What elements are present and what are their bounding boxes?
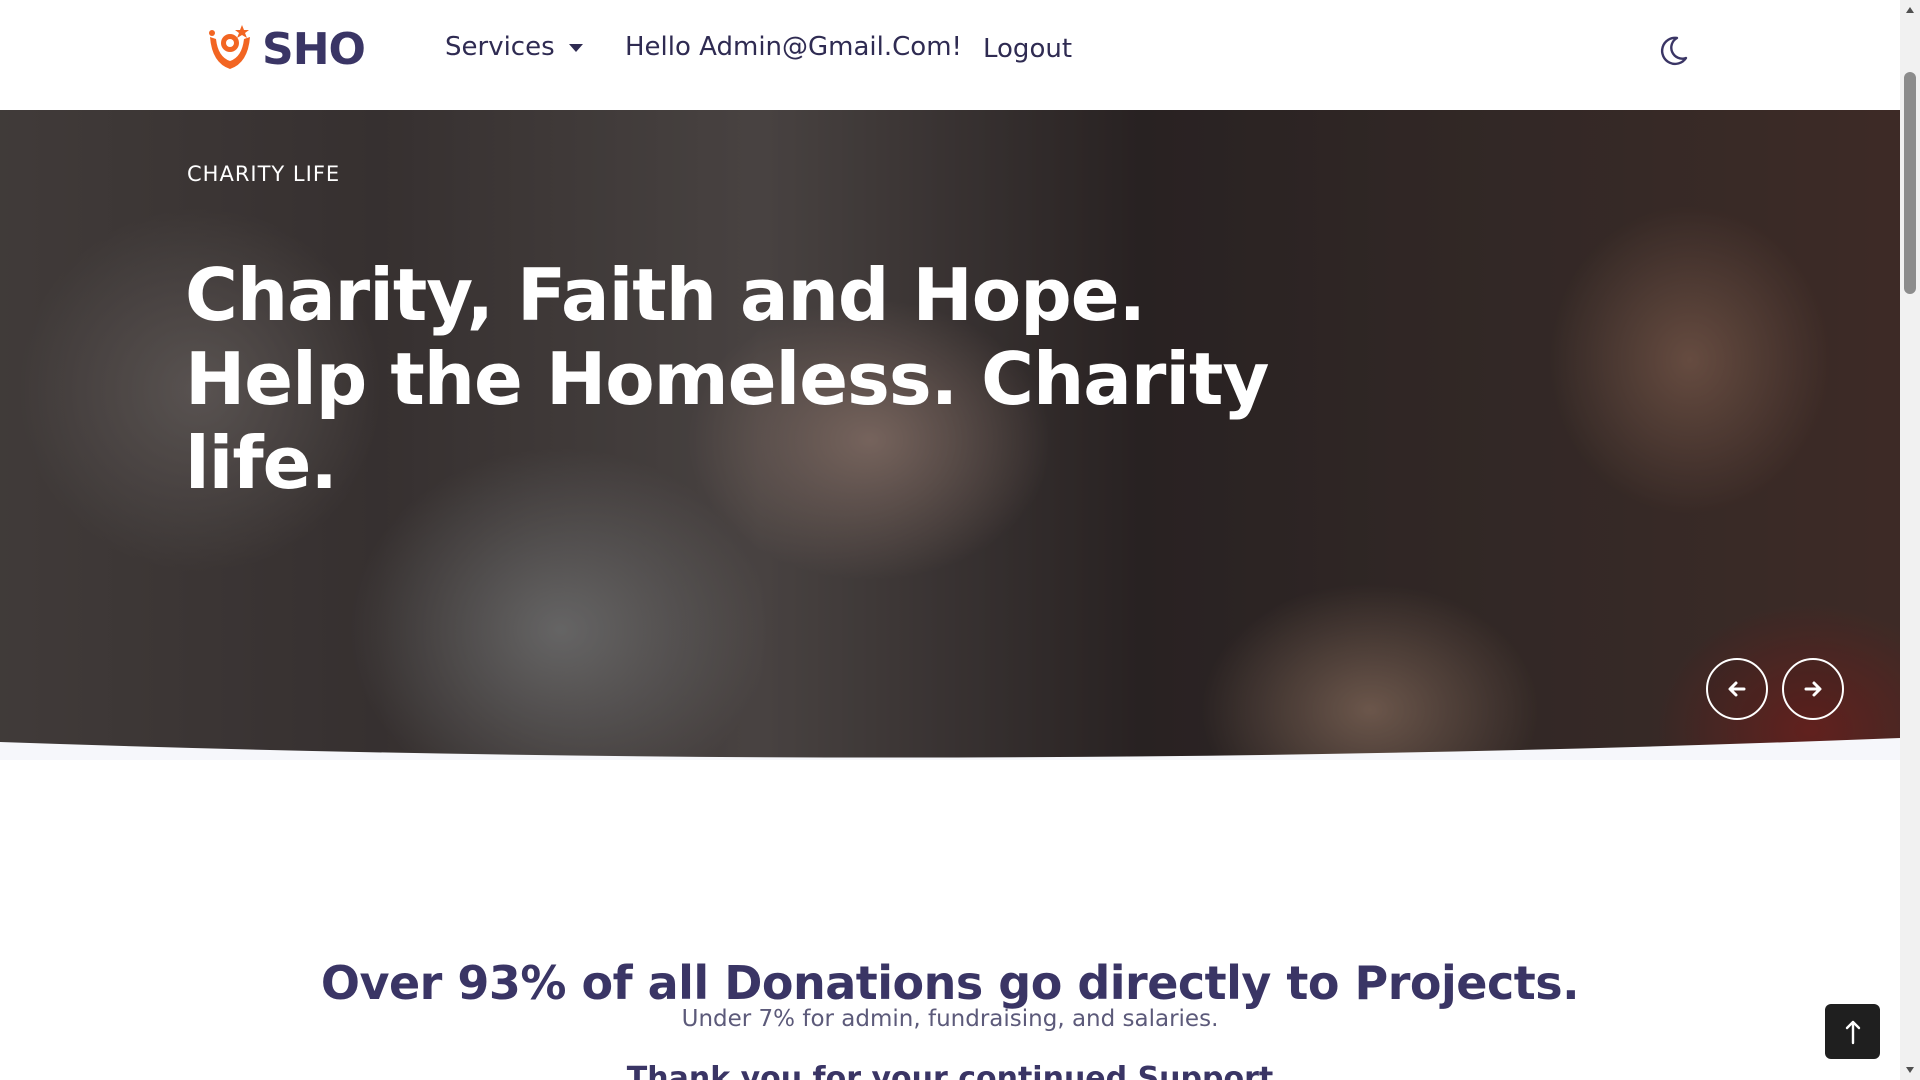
hero-carousel: CHARITY LIFE Charity, Faith and Hope. He… [0, 110, 1900, 760]
scrollbar-thumb[interactable] [1904, 72, 1916, 294]
caret-down-icon [568, 44, 583, 52]
carousel-next-button[interactable] [1782, 658, 1844, 720]
hero-bottom-curve [0, 738, 1900, 760]
brand-logo[interactable]: SHO [206, 18, 366, 80]
nav-logout-link[interactable]: Logout [983, 34, 1072, 64]
carousel-prev-button[interactable] [1706, 658, 1768, 720]
nav-user-greeting[interactable]: Hello Admin@Gmail.Com! [625, 32, 962, 62]
page: SHO Services Hello Admin@Gmail.Com! Logo… [0, 0, 1900, 1080]
scroll-down-arrow-icon[interactable] [1900, 1060, 1920, 1080]
thanks-text: Thank you for your continued Support [626, 1061, 1274, 1080]
nav-services-label: Services [445, 32, 555, 62]
arrow-left-icon [1728, 681, 1746, 697]
nav-services-dropdown[interactable]: Services [445, 32, 583, 62]
hero-kicker: CHARITY LIFE [187, 162, 341, 186]
scroll-up-arrow-icon[interactable] [1900, 0, 1920, 20]
navbar: SHO Services Hello Admin@Gmail.Com! Logo… [0, 0, 1900, 110]
hero-title: Charity, Faith and Hope. Help the Homele… [185, 253, 1269, 506]
moon-icon[interactable] [1655, 33, 1691, 69]
back-to-top-button[interactable] [1825, 1004, 1880, 1059]
page-scrollbar[interactable] [1900, 0, 1920, 1080]
brand-name: SHO [262, 23, 366, 75]
donations-heading: Over 93% of all Donations go directly to… [320, 956, 1580, 1011]
arrow-right-icon [1804, 681, 1822, 697]
charity-logo-icon [209, 25, 250, 69]
arrow-up-icon [1845, 1020, 1860, 1044]
donations-subtitle: Under 7% for admin, fundraising, and sal… [681, 1006, 1219, 1032]
